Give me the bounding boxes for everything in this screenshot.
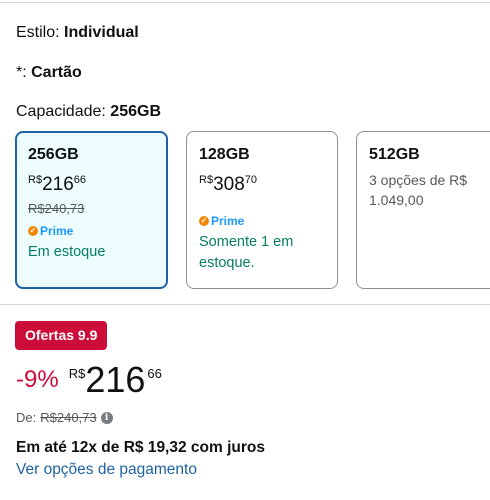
option-choices: 3 opções de R$ 1.049,00: [369, 172, 468, 208]
card-value: Cartão: [31, 64, 82, 81]
info-icon[interactable]: i: [100, 411, 113, 424]
style-row: Estilo: Individual: [16, 24, 139, 42]
price-cents: 66: [147, 366, 162, 381]
main-price: -9% R$ 216 66: [16, 358, 162, 402]
capacity-row: Capacidade: 256GB: [16, 103, 161, 121]
capacity-value: 256GB: [110, 103, 161, 120]
capacity-label: Capacidade:: [16, 103, 106, 120]
price-whole: 216: [85, 359, 146, 400]
option-128gb[interactable]: 128GB R$30870 ✓ Prime Somente 1 em estoqu…: [186, 131, 338, 289]
option-256gb[interactable]: 256GB R$21666 R$240,73 ✓ Prime Em estoque: [15, 131, 168, 289]
option-capacity: 128GB: [199, 146, 250, 163]
discount-percent: -9%: [16, 366, 59, 393]
card-label: *:: [16, 64, 27, 81]
top-divider: [0, 2, 490, 3]
section-divider: [0, 304, 490, 305]
option-capacity: 512GB: [369, 146, 420, 163]
style-value: Individual: [64, 24, 139, 41]
option-old-price: R$240,73: [28, 201, 85, 216]
style-label: Estilo:: [16, 24, 60, 41]
list-price-label: De:: [16, 410, 37, 425]
option-capacity: 256GB: [28, 146, 79, 163]
check-icon: ✓: [199, 216, 209, 226]
price-currency: R$: [68, 366, 86, 381]
option-stock: Em estoque: [28, 244, 106, 260]
list-price-value: R$240,73: [40, 410, 97, 425]
option-stock: Somente 1 em estoque.: [199, 234, 294, 271]
list-price: De: R$240,73 i: [16, 410, 113, 425]
prime-badge: ✓ Prime: [28, 224, 74, 238]
payment-options-link[interactable]: Ver opções de pagamento: [16, 461, 197, 479]
installments-text: Em até 12x de R$ 19,32 com juros: [16, 439, 265, 456]
option-price: R$21666: [28, 174, 87, 195]
option-512gb[interactable]: 512GB 3 opções de R$ 1.049,00: [356, 131, 490, 289]
deal-badge: Ofertas 9.9: [15, 321, 108, 350]
check-icon: ✓: [28, 226, 38, 236]
option-price: R$30870: [199, 174, 258, 195]
prime-badge: ✓ Prime: [199, 214, 245, 228]
card-row: *: Cartão: [16, 64, 82, 82]
